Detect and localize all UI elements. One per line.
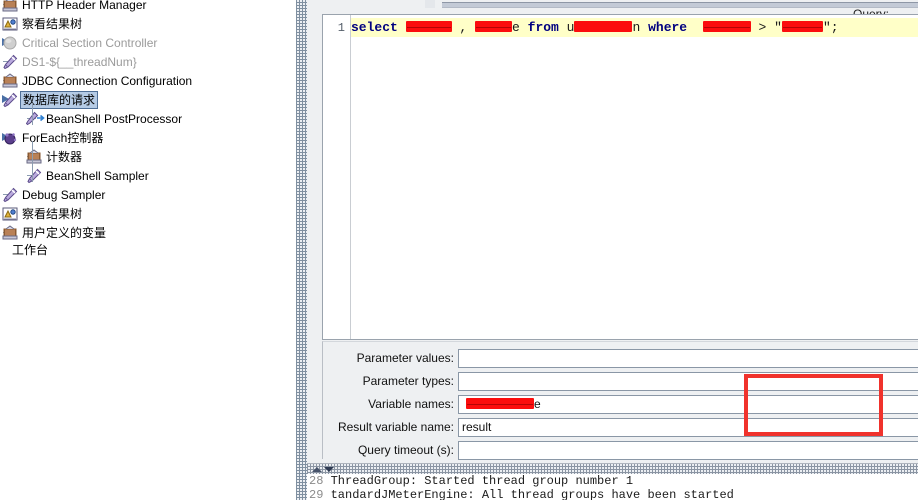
redacted-text [405,21,452,32]
pipette-icon [26,168,42,184]
tree-node-label: 察看结果树 [22,16,83,31]
top-scroll-strip[interactable] [307,0,918,8]
field-value-suffix: e [534,397,541,411]
pipette-icon [2,92,18,108]
pipette-icon [2,187,18,203]
redacted-text [702,21,751,32]
postproc-icon [25,111,45,127]
field-label: Parameter values: [356,351,454,365]
editor-gutter: 1 [323,15,351,339]
log-console[interactable]: 28 ThreadGroup: Started thread group num… [307,474,918,500]
tree-node[interactable]: Debug Sampler [2,185,105,204]
sql-keyword: where [648,20,688,35]
gear-icon [2,224,18,241]
sql-text: n [632,20,649,35]
tree-node[interactable]: BeanShell Sampler [26,166,149,185]
tree-node[interactable]: Critical Section Controller [2,33,157,52]
workbench-icon [0,242,8,258]
tree-node-label: BeanShell PostProcessor [46,111,183,126]
jdbc-fields-group: Parameter values: Parameter types: Variabl… [322,341,918,461]
field-row: Parameter types: [323,371,918,392]
tree-node-label: Debug Sampler [22,187,106,202]
tree-icon [2,206,18,222]
sql-code-line[interactable]: select , e from u n where > " "; [351,18,918,37]
log-line: 29 tandardJMeterEngine: All thread group… [309,488,734,500]
tree-node-label: 察看结果树 [22,206,83,221]
sql-text: "; [822,20,839,35]
tree-node-label: HTTP Header Manager [22,0,147,12]
sql-text: > " [750,20,782,35]
log-line-text: tandardJMeterEngine: All thread groups h… [330,488,734,500]
scroll-thumb[interactable] [425,0,435,8]
sql-text: , [451,20,476,35]
collapse-up-icon[interactable] [312,467,322,472]
field-input[interactable] [458,372,918,391]
tree-node[interactable]: DS1-${__threadNum} [2,52,137,71]
tree-connector-line [32,141,33,182]
tree-connector-line [32,103,33,125]
tree-node-label: JDBC Connection Configuration [22,73,193,88]
sql-text: u [566,20,575,35]
tree-node[interactable]: HTTP Header Manager [2,0,147,14]
foreach-icon [2,130,18,146]
expand-down-icon[interactable] [324,467,334,472]
sql-text: e [512,20,528,35]
circle-icon [2,35,18,51]
log-line-number: 28 [309,474,324,488]
panel-split-divider[interactable] [296,0,307,500]
gear-icon [2,0,18,13]
tree-node-label: 用户定义的变量 [22,225,107,240]
jmeter-window: HTTP Header Manager 察看结果树 Critical Section… [0,0,918,500]
log-line-number: 29 [309,488,324,500]
tree-node[interactable]: ForEach控制器 [2,128,103,147]
tree-node-label: ForEach控制器 [22,130,104,145]
redacted-text [466,398,534,410]
tree-node-label: Critical Section Controller [22,35,158,50]
field-input[interactable]: result [458,418,918,437]
sql-keyword: from [527,20,559,35]
field-label: Parameter types: [362,374,454,388]
tree-node[interactable]: 数据库的请求 [2,90,99,109]
field-label: Result variable name: [337,420,454,434]
tree-icon [2,16,18,32]
tree-node[interactable]: 计数器 [26,147,82,166]
line-number: 1 [337,21,345,35]
tree-node[interactable]: JDBC Connection Configuration [2,71,192,90]
field-row: Variable names: e [323,394,918,415]
redacted-text [574,21,633,32]
pipette-icon [2,54,18,70]
test-plan-tree[interactable]: HTTP Header Manager 察看结果树 Critical Section… [0,0,296,500]
field-row: Query timeout (s): [323,440,918,461]
sql-keyword: select [351,20,398,35]
tree-node[interactable]: 察看结果树 [2,14,82,33]
tree-node-workbench[interactable]: 工作台 [0,240,48,259]
redacted-text [781,21,823,32]
jdbc-request-panel: Query: 1 select , e from un where > ""; … [307,0,918,500]
field-row: Parameter values: [323,348,918,369]
field-label: Query timeout (s): [357,443,454,457]
tree-node[interactable]: BeanShell PostProcessor [25,109,183,128]
query-editor[interactable]: 1 select , e from u n where > " "; [322,14,918,340]
field-input[interactable] [458,349,918,368]
tree-node-label: 计数器 [46,149,83,164]
field-input[interactable] [458,441,918,460]
tree-node[interactable]: 察看结果树 [2,204,82,223]
log-line: 28 ThreadGroup: Started thread group num… [309,474,633,488]
gear-icon [2,72,18,89]
tree-node-label: BeanShell Sampler [46,168,149,183]
redacted-text [475,21,513,32]
tree-node-label: DS1-${__threadNum} [22,54,137,69]
field-row: Result variable name: result [323,417,918,438]
field-input[interactable]: e [458,395,918,414]
tree-node-label: 工作台 [12,242,49,257]
gear-icon [26,148,42,165]
field-label: Variable names: [368,397,454,411]
log-line-text: ThreadGroup: Started thread group number… [330,474,634,488]
